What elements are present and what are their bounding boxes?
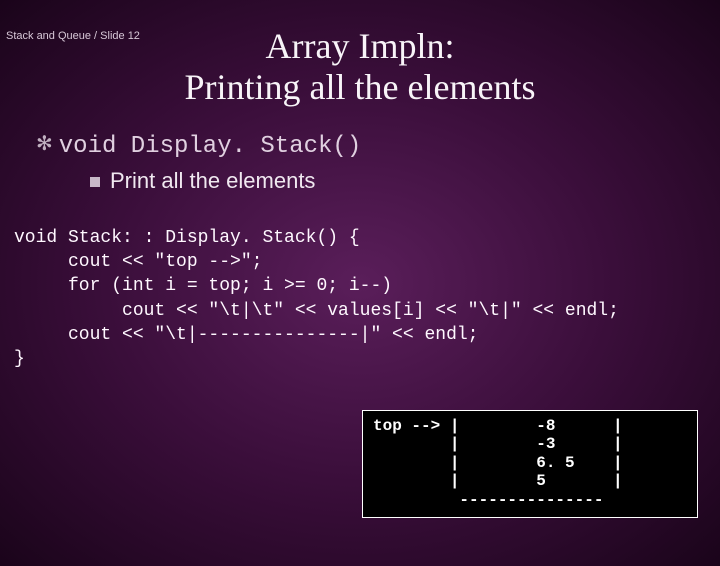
code-line-5: cout << "\t|---------------|" << endl; (14, 325, 478, 345)
terminal-row-4: | 5 | (373, 472, 623, 490)
main-bullet: ✻void Display. Stack() (36, 131, 720, 160)
sub-bullet: Print all the elements (90, 168, 720, 194)
code-line-3: for (int i = top; i >= 0; i--) (14, 276, 392, 296)
code-block: void Stack: : Display. Stack() { cout <<… (14, 226, 720, 372)
square-bullet-icon (90, 177, 100, 187)
breadcrumb: Stack and Queue / Slide 12 (6, 30, 140, 42)
star-bullet-icon: ✻ (36, 131, 53, 156)
bullet-keyword: void (59, 133, 117, 160)
terminal-output: top --> | -8 | | -3 | | 6. 5 | | 5 | ---… (362, 410, 698, 518)
terminal-row-3: | 6. 5 | (373, 454, 623, 472)
terminal-row-5: --------------- (373, 491, 603, 509)
sub-bullet-text: Print all the elements (110, 168, 315, 193)
code-line-1: void Stack: : Display. Stack() { (14, 228, 360, 248)
code-line-4: cout << "\t|\t" << values[i] << "\t|" <<… (14, 301, 619, 321)
code-line-2: cout << "top -->"; (14, 252, 262, 272)
terminal-row-2: | -3 | (373, 435, 623, 453)
title-line-2: Printing all the elements (0, 67, 720, 108)
bullet-signature: Display. Stack() (116, 133, 361, 160)
code-line-6: } (14, 349, 25, 369)
terminal-row-1: top --> | -8 | (373, 417, 623, 435)
